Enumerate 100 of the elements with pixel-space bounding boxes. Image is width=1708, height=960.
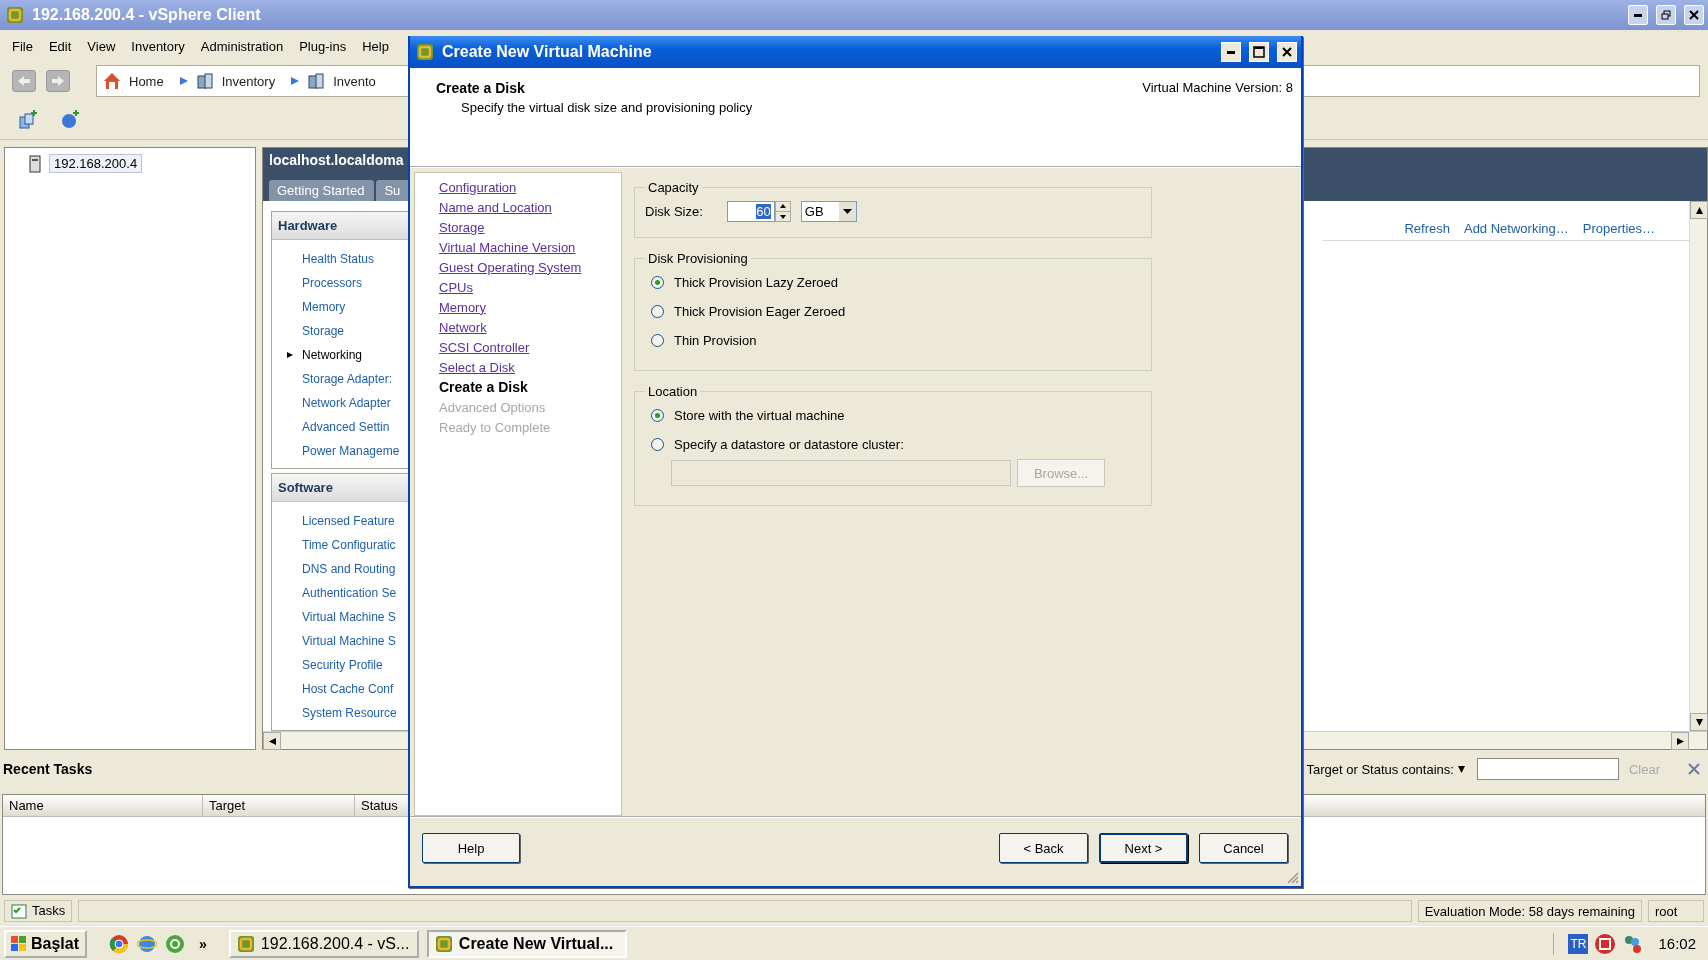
column-header[interactable]: Name xyxy=(3,795,203,816)
radio-button[interactable] xyxy=(651,409,664,422)
menu-item[interactable]: Inventory xyxy=(123,38,193,54)
section-link[interactable]: Health Status xyxy=(302,252,375,266)
action-link[interactable]: Refresh xyxy=(1404,221,1450,236)
close-button[interactable] xyxy=(1684,5,1704,25)
unit-dropdown[interactable]: GB xyxy=(800,200,857,222)
disk-size-field[interactable]: 60 xyxy=(726,200,775,222)
section-link[interactable]: Memory xyxy=(302,300,346,314)
globe-icon[interactable] xyxy=(137,933,158,954)
home-icon xyxy=(103,72,121,90)
maximize-button[interactable] xyxy=(1249,42,1269,62)
section-link[interactable]: Processors xyxy=(302,276,363,290)
taskbar-button[interactable]: Create New Virtual... xyxy=(426,929,627,958)
browser-icon[interactable] xyxy=(109,933,130,954)
section-link[interactable]: Licensed Feature xyxy=(302,514,395,528)
wizard-step[interactable]: Guest Operating System xyxy=(439,257,582,277)
radio-button[interactable] xyxy=(651,276,664,289)
menu-item[interactable]: File xyxy=(4,38,41,54)
restore-icon xyxy=(1661,10,1671,20)
user-name: root xyxy=(1648,899,1704,922)
close-icon xyxy=(1689,10,1699,20)
option-label: Thick Provision Lazy Zeroed xyxy=(674,275,838,290)
wizard-step[interactable]: Name and Location xyxy=(439,197,552,217)
menu-item[interactable]: Plug-ins xyxy=(291,38,355,54)
wizard-button[interactable]: Cancel xyxy=(1199,833,1288,863)
menu-item[interactable]: Administration xyxy=(192,38,292,54)
breadcrumb-link[interactable]: Home xyxy=(129,73,164,89)
scroll-left-icon xyxy=(268,737,276,745)
taskbar-button[interactable]: 192.168.200.4 - vS... xyxy=(228,929,419,958)
back-arrow-icon xyxy=(18,76,30,86)
section-link[interactable]: Security Profile xyxy=(302,658,383,672)
section-link[interactable]: Power Manageme xyxy=(302,444,400,458)
section-link[interactable]: Virtual Machine S xyxy=(302,634,396,648)
tree-item[interactable]: 192.168.200.4 xyxy=(49,154,143,173)
breadcrumb-link[interactable]: Invento xyxy=(333,73,376,89)
caret-icon[interactable] xyxy=(1457,765,1465,773)
section-link[interactable]: Storage Adapter: xyxy=(302,372,393,386)
section-link[interactable]: Storage xyxy=(302,324,345,338)
caret-icon xyxy=(838,201,856,221)
minimize-button[interactable] xyxy=(1221,42,1241,62)
wizard-step[interactable]: Storage xyxy=(439,217,485,237)
wizard-step: Ready to Complete xyxy=(439,417,551,437)
more-button[interactable]: » xyxy=(199,935,207,952)
breadcrumb-arrow-icon xyxy=(291,77,300,85)
wizard-step[interactable]: Memory xyxy=(439,297,486,317)
section-link[interactable]: Virtual Machine S xyxy=(302,610,396,624)
filter-field[interactable] xyxy=(1476,758,1619,780)
menu-item[interactable]: Edit xyxy=(40,38,80,54)
tasks-button[interactable]: Tasks xyxy=(4,899,73,922)
radio-button[interactable] xyxy=(651,305,664,318)
add-host-icon[interactable] xyxy=(18,109,38,130)
server-icon xyxy=(307,72,326,90)
wizard-button[interactable]: Next > xyxy=(1099,833,1188,863)
page-heading: Create a Disk xyxy=(436,80,526,96)
section-link[interactable]: System Resource xyxy=(302,706,397,720)
section-link[interactable]: Host Cache Conf xyxy=(302,682,394,696)
menu-item[interactable]: Help xyxy=(354,38,397,54)
section-link[interactable]: Networking xyxy=(302,348,363,362)
start-button[interactable]: Başlat xyxy=(4,929,88,958)
restore-button[interactable] xyxy=(1656,5,1676,25)
wizard-step[interactable]: Network xyxy=(439,317,487,337)
wizard-step[interactable]: Configuration xyxy=(439,177,517,197)
wizard-button[interactable]: < Back xyxy=(999,833,1088,863)
language-indicator[interactable]: TR xyxy=(1568,933,1589,954)
wizard-step[interactable]: Select a Disk xyxy=(439,357,515,377)
section-link[interactable]: DNS and Routing xyxy=(302,562,396,576)
radio-button[interactable] xyxy=(651,334,664,347)
vertical-scrollbar[interactable] xyxy=(1689,201,1707,731)
server-icon xyxy=(195,72,214,90)
forward-arrow-icon xyxy=(52,76,64,86)
section-link[interactable]: Network Adapter xyxy=(302,396,391,410)
network-icon[interactable] xyxy=(1622,933,1643,954)
breadcrumb-link[interactable]: Inventory xyxy=(221,73,276,89)
action-link[interactable]: Properties… xyxy=(1582,221,1655,236)
wizard-step[interactable]: Virtual Machine Version xyxy=(439,237,576,257)
minimize-icon xyxy=(1227,50,1235,54)
section-link[interactable]: Time Configuratic xyxy=(302,538,396,552)
section-link[interactable]: Authentication Se xyxy=(302,586,397,600)
resize-grip[interactable] xyxy=(1285,870,1299,884)
column-header[interactable]: Target xyxy=(203,795,355,816)
option-label: Specify a datastore or datastore cluster: xyxy=(674,437,904,452)
help-button[interactable]: Help xyxy=(422,833,520,863)
app-launcher-icon[interactable] xyxy=(165,933,186,954)
section-link[interactable]: Advanced Settin xyxy=(302,420,390,434)
host-title: localhost.localdoma xyxy=(269,152,405,168)
app-icon xyxy=(416,43,434,61)
wizard-step[interactable]: SCSI Controller xyxy=(439,337,530,357)
menu-item[interactable]: View xyxy=(79,38,124,54)
field-label: Disk Size: xyxy=(645,203,703,219)
close-button[interactable] xyxy=(1277,42,1297,62)
close-icon[interactable] xyxy=(1688,763,1700,775)
shield-icon[interactable] xyxy=(1594,932,1617,955)
scroll-up-icon xyxy=(1695,206,1703,214)
minimize-button[interactable] xyxy=(1628,5,1648,25)
spin-buttons[interactable] xyxy=(774,200,791,222)
add-cluster-icon[interactable] xyxy=(60,109,80,130)
action-link[interactable]: Add Networking… xyxy=(1463,221,1569,236)
wizard-step[interactable]: CPUs xyxy=(439,277,473,297)
radio-button[interactable] xyxy=(651,438,664,451)
